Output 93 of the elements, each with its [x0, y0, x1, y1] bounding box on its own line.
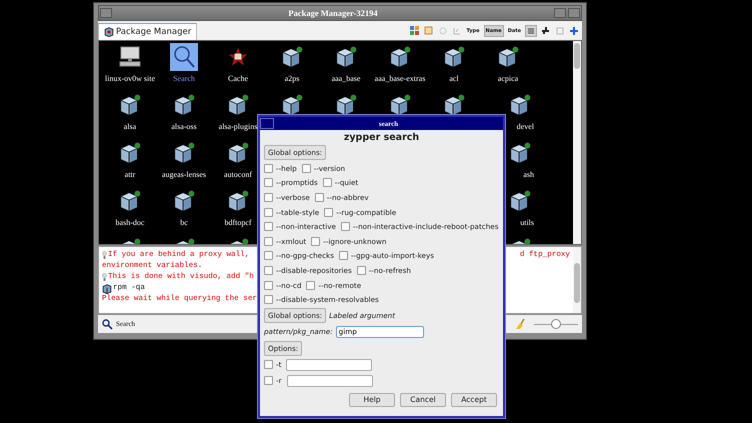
item-label[interactable]: acl — [449, 74, 459, 83]
search-icon — [102, 318, 113, 330]
chart-icon — [452, 26, 461, 34]
package-icon — [104, 27, 114, 37]
item-label[interactable]: bc — [180, 218, 188, 227]
item-label[interactable]: acpica — [498, 74, 518, 83]
dialog-heading: zypper search — [342, 131, 420, 144]
list-icon — [527, 26, 535, 34]
checkbox[interactable] — [322, 178, 332, 188]
toolbar-button[interactable] — [540, 24, 551, 36]
scrollbar[interactable] — [573, 41, 581, 244]
package-icon — [226, 141, 250, 165]
checkbox[interactable] — [264, 280, 273, 290]
checkbox[interactable] — [264, 266, 273, 275]
checkbox[interactable] — [306, 280, 316, 290]
checkbox[interactable] — [356, 266, 366, 275]
checkbox[interactable] — [264, 164, 273, 173]
checkbox[interactable] — [264, 360, 273, 370]
package-icon — [334, 93, 358, 117]
package-icon — [508, 93, 532, 117]
item-label[interactable]: devel — [516, 122, 534, 131]
checkbox[interactable] — [264, 208, 273, 217]
package-icon — [172, 189, 196, 213]
circle-icon — [438, 26, 447, 34]
item-label[interactable]: aaa_base-extras — [374, 74, 426, 83]
package-icon — [118, 93, 142, 117]
toolbar-button[interactable] — [525, 24, 537, 36]
bulb-icon — [102, 251, 107, 260]
item-label[interactable]: bash-doc — [116, 218, 144, 227]
item-label[interactable]: alsa-plugins — [218, 122, 258, 131]
package-icon — [102, 284, 112, 294]
package-icon — [388, 45, 412, 69]
checkbox[interactable] — [324, 208, 334, 217]
item-label[interactable]: alsa — [124, 122, 136, 131]
plus-icon — [570, 26, 578, 34]
item-label[interactable]: Cache — [228, 74, 248, 83]
checkbox[interactable] — [264, 192, 273, 202]
package-icon — [118, 141, 142, 165]
puzzle-icon — [541, 26, 550, 35]
package-icon — [226, 93, 250, 117]
checkbox[interactable] — [264, 251, 273, 260]
item-label[interactable]: augeas-lenses — [162, 170, 206, 179]
package-icon — [172, 141, 196, 165]
flag-field[interactable] — [286, 358, 372, 371]
item-label[interactable]: bdftopcf — [224, 218, 252, 227]
broom-icon[interactable] — [515, 318, 526, 330]
package-icon — [280, 45, 304, 69]
checkbox[interactable] — [338, 251, 348, 260]
bulb-icon — [102, 273, 107, 282]
checkbox[interactable] — [311, 236, 320, 246]
sheet-icon — [424, 26, 434, 35]
window-title: Package Manager-32194 — [287, 8, 379, 18]
checkbox[interactable] — [264, 295, 273, 304]
item-label[interactable]: utils — [520, 218, 534, 227]
checkbox[interactable] — [340, 222, 350, 232]
package-icon — [442, 45, 466, 69]
slider-thumb[interactable] — [551, 318, 561, 328]
item-label[interactable]: aaa_base — [332, 74, 360, 83]
item-label[interactable]: linux-ov0w site — [105, 74, 155, 83]
checkbox[interactable] — [314, 192, 324, 202]
checkbox[interactable] — [264, 236, 273, 246]
flag-field[interactable] — [286, 374, 373, 387]
checkbox[interactable] — [264, 222, 273, 232]
package-icon — [508, 141, 532, 165]
scrollbar[interactable] — [573, 247, 581, 313]
checkbox[interactable] — [264, 178, 273, 188]
window-button[interactable] — [554, 8, 566, 18]
item-label[interactable]: alsa-oss — [171, 122, 197, 131]
item-label[interactable]: Search — [173, 74, 195, 83]
page-icon — [556, 26, 564, 34]
package-icon — [508, 189, 532, 213]
checkbox[interactable] — [302, 164, 311, 173]
window-menu-button[interactable] — [100, 8, 112, 18]
package-icon — [118, 189, 142, 213]
package-icon — [172, 93, 196, 117]
package-icon — [442, 93, 466, 117]
computer-icon — [118, 45, 142, 69]
package-icon — [334, 45, 358, 69]
package-icon — [496, 45, 520, 69]
window-button[interactable] — [568, 8, 580, 18]
item-label[interactable]: ash — [523, 170, 534, 179]
package-icon — [226, 189, 250, 213]
package-icon — [388, 93, 412, 117]
tab[interactable]: Package Manager — [98, 23, 198, 40]
window-menu-button[interactable] — [260, 118, 274, 129]
star-box-icon — [227, 46, 249, 68]
grid-icon — [410, 26, 420, 35]
item-label[interactable]: autoconf — [224, 170, 252, 179]
zoom-slider[interactable] — [534, 318, 578, 330]
checkbox[interactable] — [264, 376, 273, 386]
item-label[interactable]: attr — [124, 170, 136, 179]
package-icon — [280, 93, 304, 117]
item-label[interactable]: a2ps — [284, 74, 300, 83]
